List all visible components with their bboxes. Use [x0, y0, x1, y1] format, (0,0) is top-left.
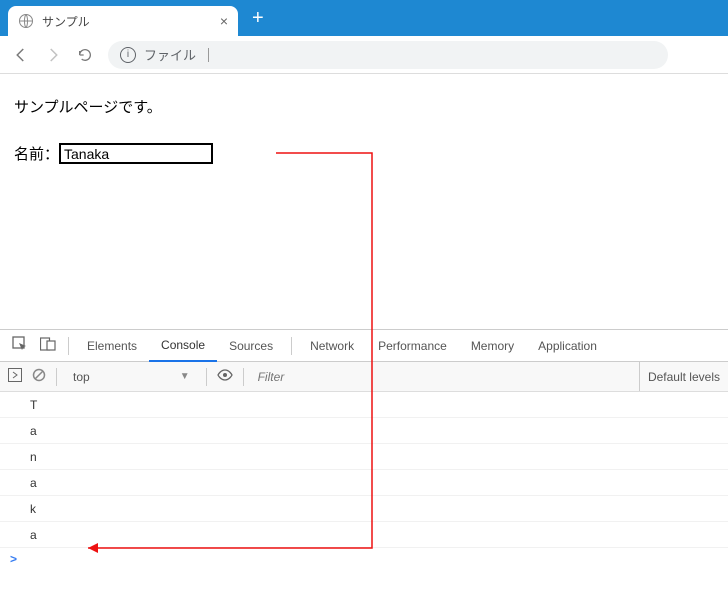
- console-line: n: [0, 444, 728, 470]
- console-sidebar-icon[interactable]: [8, 368, 22, 385]
- separator: [243, 368, 244, 386]
- page-body: サンプルページです。 名前：: [0, 74, 728, 186]
- close-icon[interactable]: ×: [220, 13, 228, 29]
- clear-icon[interactable]: [32, 368, 46, 385]
- separator: [291, 337, 292, 355]
- url-caret: [208, 48, 209, 62]
- window-titlebar: サンプル × +: [0, 0, 728, 36]
- tab-sources[interactable]: Sources: [217, 331, 285, 361]
- new-tab-button[interactable]: +: [238, 7, 278, 30]
- console-line: k: [0, 496, 728, 522]
- prompt-chevron-icon: >: [10, 552, 17, 566]
- device-icon[interactable]: [34, 330, 62, 361]
- url-text: ファイル: [144, 45, 196, 64]
- name-row: 名前：: [14, 143, 714, 164]
- context-selector[interactable]: top ▼: [67, 367, 196, 387]
- name-input[interactable]: [59, 143, 213, 164]
- separator: [206, 368, 207, 386]
- tab-console[interactable]: Console: [149, 330, 217, 362]
- devtools-tabs: Elements Console Sources Network Perform…: [0, 330, 728, 362]
- chevron-down-icon: ▼: [180, 371, 190, 382]
- separator: [56, 368, 57, 386]
- globe-icon: [18, 13, 34, 29]
- back-icon[interactable]: [12, 46, 30, 64]
- page-text: サンプルページです。: [14, 96, 714, 117]
- omnibox[interactable]: i ファイル: [108, 41, 668, 69]
- console-line: a: [0, 418, 728, 444]
- context-label: top: [73, 370, 90, 384]
- tab-performance[interactable]: Performance: [366, 331, 459, 361]
- inspect-icon[interactable]: [6, 330, 34, 361]
- info-icon[interactable]: i: [120, 47, 136, 63]
- filter-input[interactable]: [254, 366, 629, 388]
- address-bar: i ファイル: [0, 36, 728, 74]
- separator: [68, 337, 69, 355]
- console-output: T a n a k a >: [0, 392, 728, 600]
- devtools-panel: Elements Console Sources Network Perform…: [0, 329, 728, 600]
- browser-tab[interactable]: サンプル ×: [8, 6, 238, 36]
- name-label: 名前：: [14, 143, 59, 164]
- console-toolbar: top ▼ Default levels: [0, 362, 728, 392]
- eye-icon[interactable]: [217, 368, 233, 385]
- reload-icon[interactable]: [76, 46, 94, 64]
- tab-memory[interactable]: Memory: [459, 331, 526, 361]
- tab-elements[interactable]: Elements: [75, 331, 149, 361]
- tab-title: サンプル: [42, 13, 212, 30]
- console-prompt[interactable]: >: [0, 548, 728, 570]
- tab-application[interactable]: Application: [526, 331, 609, 361]
- console-line: T: [0, 392, 728, 418]
- forward-icon: [44, 46, 62, 64]
- log-levels[interactable]: Default levels: [639, 362, 728, 391]
- console-line: a: [0, 470, 728, 496]
- tab-network[interactable]: Network: [298, 331, 366, 361]
- console-line: a: [0, 522, 728, 548]
